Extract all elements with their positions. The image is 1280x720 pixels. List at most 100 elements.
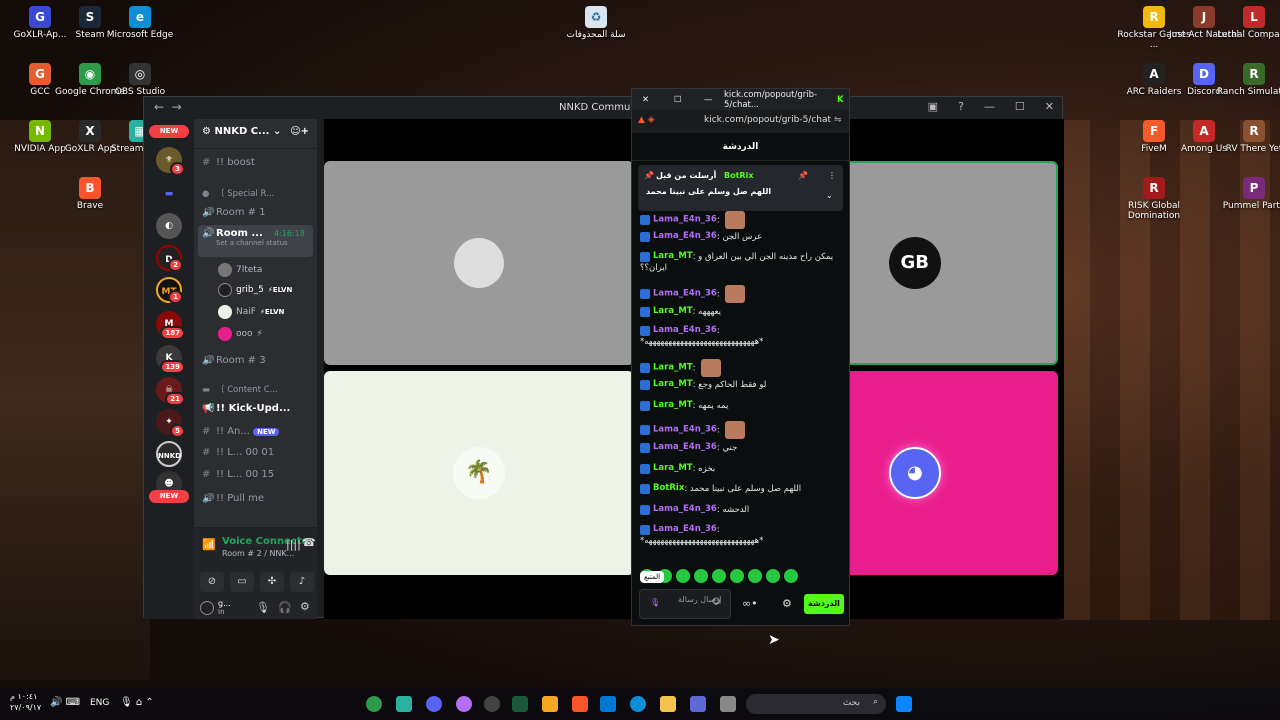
desktop-shortcut[interactable]: P Pummel Party — [1214, 177, 1280, 211]
chat-message[interactable]: Lara_MT: — [640, 359, 845, 377]
brave-icon[interactable] — [572, 696, 588, 712]
chat-username[interactable]: Lama_E4n_36 — [653, 231, 717, 241]
new-pill[interactable]: NEW — [149, 125, 189, 138]
message-input[interactable]: إرسال رسالة 🎙 ☺ — [639, 589, 731, 619]
desktop-shortcut[interactable]: ◎ OBS Studio — [100, 63, 180, 97]
camera-off-icon[interactable]: ⊘ — [200, 572, 224, 592]
chat-username[interactable]: Lara_MT — [653, 306, 693, 316]
chat-message[interactable]: Lara_MT: بخزه — [640, 463, 845, 475]
desktop-shortcut[interactable]: R RISK Global Domination — [1114, 177, 1194, 221]
folder-icon[interactable]: ▬ — [156, 181, 182, 207]
chat-message[interactable]: Lama_E4n_36: — [640, 421, 845, 439]
close-icon[interactable]: ✕ — [642, 95, 649, 105]
server-icon[interactable]: K 139 — [156, 345, 185, 374]
back-forward-icon[interactable]: ← → — [154, 100, 182, 114]
chat-message[interactable]: Lara_MT: لو فقط الحاكم وجع — [640, 379, 845, 391]
voice-user[interactable]: 7lteta — [218, 263, 262, 277]
server-icon[interactable]: M 187 — [156, 311, 185, 340]
soundboard-icon[interactable]: ♪ — [290, 572, 314, 592]
chat-username[interactable]: Lara_MT — [653, 379, 693, 389]
discord-window[interactable]: ← → NNKD Commu ▣? — ☐ ✕ NEW ⚜3 ▬ ◐ D2 MT1 M… — [143, 96, 1064, 619]
headset-icon[interactable]: 🎧 — [278, 601, 292, 614]
app-icon[interactable] — [690, 696, 706, 712]
chat-username[interactable]: Lara_MT — [653, 463, 693, 473]
channel-an[interactable]: #!! An... NEW — [202, 426, 312, 437]
chat-message[interactable]: Lara_MT: يعهههه — [640, 306, 845, 318]
channel-room1[interactable]: 🔊 Room # 1 — [202, 207, 312, 218]
voice-user[interactable]: NaiF ⚡ELVN — [218, 305, 284, 319]
tray-expand-icon[interactable]: 🎙 ⌂ ⌃ — [120, 697, 154, 708]
chat-username[interactable]: Lara_MT — [653, 363, 693, 373]
chat-send-button[interactable]: الدردشة — [804, 594, 844, 614]
voice-user[interactable]: grib_5 ⚡ELVN — [218, 283, 292, 297]
emote-bar[interactable] — [640, 569, 840, 583]
chat-username[interactable]: Lama_E4n_36 — [653, 504, 717, 514]
server-icon[interactable]: ✦ 5 — [156, 409, 185, 438]
server-header[interactable]: ⚙ NNKD C... ⌄ ☺+ — [194, 119, 317, 149]
chat-username[interactable]: Lama_E4n_36 — [653, 442, 717, 452]
server-icon[interactable]: NNKD — [156, 441, 182, 467]
settings-icon[interactable]: ⚙ — [300, 600, 310, 613]
channel-pull-me[interactable]: 🔊!! Pull me — [202, 493, 312, 504]
app-icon[interactable] — [456, 696, 472, 712]
stream-deck-icon[interactable] — [396, 696, 412, 712]
new-pill[interactable]: NEW — [149, 490, 189, 503]
chat-message[interactable]: Lama_E4n_36: — [640, 285, 845, 303]
infinity-icon[interactable]: ∞• — [742, 597, 758, 610]
screen-share-icon[interactable]: ▭ — [230, 572, 254, 592]
chat-username[interactable]: Lama_E4n_36 — [653, 425, 717, 435]
chat-username[interactable]: Lama_E4n_36 — [653, 289, 717, 299]
desktop-shortcut[interactable]: R Ranch Simulator — [1214, 63, 1280, 97]
maximize-icon[interactable]: ☐ — [674, 95, 682, 105]
voice-user[interactable]: ooo ⚡ — [218, 327, 263, 341]
app-icon[interactable] — [720, 696, 736, 712]
store-icon[interactable] — [600, 696, 616, 712]
chat-message[interactable]: Lama_E4n_36: — [640, 211, 845, 229]
settings-icon[interactable]: ⚙ — [782, 597, 792, 610]
chrome-icon[interactable] — [366, 696, 382, 712]
chat-username[interactable]: Lama_E4n_36 — [653, 524, 717, 534]
server-icon[interactable]: D2 — [156, 245, 183, 272]
chat-message[interactable]: Lama_E4n_36: *هههههههههههههههههههههههههه… — [640, 524, 845, 547]
video-tile[interactable] — [324, 161, 634, 365]
category-content[interactable]: ▬ 〔 Content C... — [202, 383, 312, 395]
disconnect-icon[interactable]: ☎ — [302, 536, 316, 549]
pinned-message[interactable]: 📌 أرسلت من قبل BotRix اللهم صل وسلم على … — [638, 165, 843, 211]
channel-boost[interactable]: #!! boost — [202, 157, 312, 168]
channel-room3[interactable]: 🔊 Room # 3 — [202, 355, 312, 366]
channel-kick-updates[interactable]: 📢!! Kick-Upd... — [202, 403, 312, 414]
chat-username[interactable]: Lama_E4n_36 — [653, 325, 717, 335]
address-bar[interactable]: ▲ ◈ kick.com/popout/grib-5/chat ⇋ — [632, 110, 849, 133]
window-controls[interactable]: ▣? — ☐ ✕ — [928, 100, 1054, 113]
desktop-shortcut[interactable]: e Microsoft Edge — [100, 6, 180, 40]
noise-icon[interactable]: |||| — [286, 538, 301, 551]
video-tile[interactable]: 🌴 — [324, 371, 634, 575]
activities-icon[interactable]: ✣ — [260, 572, 284, 592]
desktop-shortcut[interactable]: L Lethal Company — [1214, 6, 1280, 40]
chat-username[interactable]: Lara_MT — [653, 251, 693, 261]
channel-l2[interactable]: #!! L... 00 15 — [202, 469, 312, 480]
chat-message[interactable]: BotRix: اللهم صل وسلم على نبينا محمد — [640, 483, 845, 495]
chat-message[interactable]: Lama_E4n_36: الدحشه — [640, 504, 845, 516]
server-icon[interactable]: ⚜ 3 — [156, 147, 185, 176]
search-box[interactable]: بحث ⌕ — [746, 694, 886, 714]
file-explorer-icon[interactable] — [660, 696, 676, 712]
chat-message[interactable]: Lama_E4n_36: عرس الجن — [640, 231, 845, 243]
mic-icon[interactable]: 🎙 — [256, 601, 270, 614]
category-special[interactable]: ● 〔 Special R... — [202, 187, 312, 199]
voice-sub[interactable]: Room # 2 / NNK... — [222, 549, 294, 558]
server-icon[interactable]: ☠ 21 — [156, 377, 185, 406]
app-icon[interactable] — [542, 696, 558, 712]
chat-username[interactable]: BotRix — [653, 483, 684, 493]
clock[interactable]: ١٠:٤١ م ٢٧/٠٩/١٧ — [10, 691, 41, 713]
recycle-bin-icon[interactable]: ♻ سلة المحذوفات — [556, 6, 636, 40]
chat-username[interactable]: Lara_MT — [653, 400, 693, 410]
channel-l1[interactable]: #!! L... 00 01 — [202, 447, 312, 458]
chat-message[interactable]: Lama_E4n_36: *هههههههههههههههههههههههههه… — [640, 325, 845, 348]
server-icon[interactable]: MT1 — [156, 277, 183, 304]
desktop-shortcut[interactable]: B Brave — [50, 177, 130, 211]
chat-message[interactable]: Lara_MT: يمه يمهه — [640, 400, 845, 412]
minimize-icon[interactable]: — — [704, 95, 713, 105]
discord-icon[interactable] — [426, 696, 442, 712]
edge-icon[interactable] — [630, 696, 646, 712]
